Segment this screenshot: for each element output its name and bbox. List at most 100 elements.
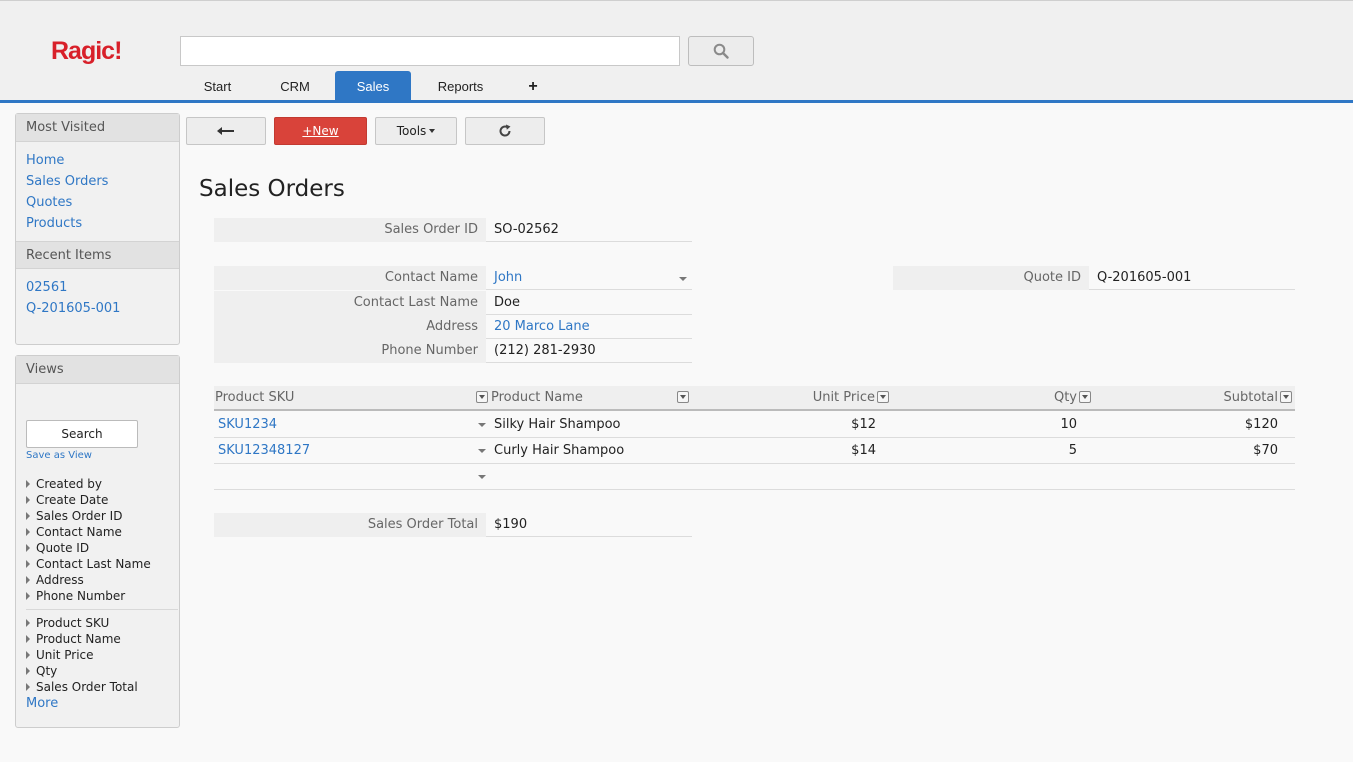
back-button[interactable]	[186, 117, 266, 145]
qty-cell[interactable]: 5	[894, 438, 1077, 463]
dropdown-arrow-icon[interactable]	[478, 449, 486, 453]
field-label: Address	[214, 315, 486, 339]
expand-icon	[26, 544, 30, 552]
field-row-contact-name: Contact Name John	[214, 266, 692, 290]
quote-id-value[interactable]: Q-201605-001	[1097, 266, 1191, 290]
view-field-item[interactable]: Qty	[26, 663, 176, 679]
views-panel: Views Search Save as View Created by Cre…	[15, 355, 180, 728]
dropdown-arrow-icon[interactable]	[478, 423, 486, 427]
column-header-product-sku[interactable]: Product SKU	[215, 386, 294, 410]
view-field-item[interactable]: Contact Last Name	[26, 556, 176, 572]
app-logo[interactable]: Ragic!	[51, 37, 122, 66]
tools-label: Tools	[396, 124, 427, 138]
view-field-item[interactable]: Unit Price	[26, 647, 176, 663]
column-menu-icon[interactable]	[1280, 391, 1292, 403]
phone-number-value[interactable]: (212) 281-2930	[494, 339, 596, 363]
tab-crm[interactable]: CRM	[255, 71, 335, 101]
arrow-left-icon	[217, 127, 234, 135]
tools-menu-button[interactable]: Tools	[375, 117, 457, 145]
view-field-item[interactable]: Product Name	[26, 631, 176, 647]
column-header-unit-price[interactable]: Unit Price	[694, 386, 875, 410]
sidebar-link-quotes[interactable]: Quotes	[16, 192, 179, 213]
unit-price-cell[interactable]: $12	[694, 412, 876, 437]
column-menu-icon[interactable]	[877, 391, 889, 403]
column-header-subtotal[interactable]: Subtotal	[1094, 386, 1278, 410]
expand-icon	[26, 480, 30, 488]
field-label: Contact Last Name	[214, 291, 486, 315]
refresh-icon	[499, 124, 511, 137]
view-field-item[interactable]: Create Date	[26, 492, 176, 508]
recent-items-title: Recent Items	[16, 241, 179, 269]
column-menu-icon[interactable]	[677, 391, 689, 403]
views-title: Views	[16, 356, 179, 384]
dropdown-arrow-icon[interactable]	[478, 475, 486, 479]
view-field-item[interactable]: Quote ID	[26, 540, 176, 556]
most-visited-title: Most Visited	[16, 114, 179, 142]
tab-sales[interactable]: Sales	[335, 71, 411, 101]
tab-reports[interactable]: Reports	[411, 71, 510, 101]
search-icon	[713, 43, 729, 59]
field-row-quote-id: Quote ID Q-201605-001	[893, 266, 1295, 290]
expand-icon	[26, 667, 30, 675]
search-button[interactable]	[688, 36, 754, 66]
divider	[26, 609, 178, 610]
view-field-item[interactable]: Product SKU	[26, 615, 176, 631]
save-as-view-link[interactable]: Save as View	[26, 450, 92, 461]
product-sku-link[interactable]: SKU12348127	[218, 438, 310, 463]
sidebar-link-products[interactable]: Products	[16, 213, 179, 234]
column-menu-icon[interactable]	[476, 391, 488, 403]
new-record-button[interactable]: +New	[274, 117, 367, 145]
expand-icon	[26, 528, 30, 536]
expand-icon	[26, 496, 30, 504]
view-field-item[interactable]: Contact Name	[26, 524, 176, 540]
contact-last-name-value[interactable]: Doe	[494, 291, 520, 315]
table-row: SKU12348127 Curly Hair Shampoo $14 5 $70	[214, 438, 1295, 464]
field-row-contact-last-name: Contact Last Name Doe	[214, 291, 692, 315]
most-visited-panel: Most Visited Home Sales Orders Quotes Pr…	[15, 113, 180, 345]
view-field-item[interactable]: Address	[26, 572, 176, 588]
qty-cell[interactable]: 10	[894, 412, 1077, 437]
subtotal-cell: $70	[1253, 443, 1278, 458]
views-search-button[interactable]: Search	[26, 420, 138, 448]
field-label: Sales Order Total	[214, 513, 486, 537]
column-header-qty[interactable]: Qty	[894, 386, 1077, 410]
dropdown-arrow-icon[interactable]	[679, 277, 687, 281]
field-row-sales-order-total: Sales Order Total $190	[214, 513, 692, 537]
page-title: Sales Orders	[199, 176, 345, 202]
refresh-button[interactable]	[465, 117, 545, 145]
sales-order-total-value: $190	[494, 517, 528, 532]
column-header-product-name[interactable]: Product Name	[491, 386, 583, 410]
field-label: Phone Number	[214, 339, 486, 363]
view-field-item[interactable]: Sales Order ID	[26, 508, 176, 524]
field-label: Quote ID	[893, 266, 1089, 290]
expand-icon	[26, 619, 30, 627]
sidebar-link-home[interactable]: Home	[16, 150, 179, 171]
contact-name-link[interactable]: John	[494, 266, 522, 290]
product-name-cell[interactable]: Silky Hair Shampoo	[494, 412, 620, 437]
product-sku-link[interactable]: SKU1234	[218, 412, 277, 437]
sidebar-link-sales-orders[interactable]: Sales Orders	[16, 171, 179, 192]
recent-item-link[interactable]: Q-201605-001	[16, 298, 179, 319]
more-fields-link[interactable]: More	[26, 695, 176, 713]
field-label: Contact Name	[214, 266, 486, 290]
add-tab-button[interactable]: +	[510, 71, 556, 101]
sales-order-id-value[interactable]: SO-02562	[494, 218, 559, 242]
view-field-item[interactable]: Phone Number	[26, 588, 176, 604]
tab-start[interactable]: Start	[180, 71, 255, 101]
expand-icon	[26, 512, 30, 520]
unit-price-cell[interactable]: $14	[694, 438, 876, 463]
column-menu-icon[interactable]	[1079, 391, 1091, 403]
expand-icon	[26, 560, 30, 568]
product-name-cell[interactable]: Curly Hair Shampoo	[494, 438, 624, 463]
main-tabs: Start CRM Sales Reports +	[180, 71, 556, 101]
field-row-sales-order-id: Sales Order ID SO-02562	[214, 218, 692, 242]
view-field-item[interactable]: Created by	[26, 476, 176, 492]
expand-icon	[26, 576, 30, 584]
address-link[interactable]: 20 Marco Lane	[494, 315, 590, 339]
recent-item-link[interactable]: 02561	[16, 277, 179, 298]
subtotal-cell: $120	[1244, 417, 1278, 432]
global-search-input[interactable]	[180, 36, 680, 66]
table-row-empty[interactable]	[214, 464, 1295, 490]
expand-icon	[26, 592, 30, 600]
view-field-item[interactable]: Sales Order Total	[26, 679, 176, 695]
